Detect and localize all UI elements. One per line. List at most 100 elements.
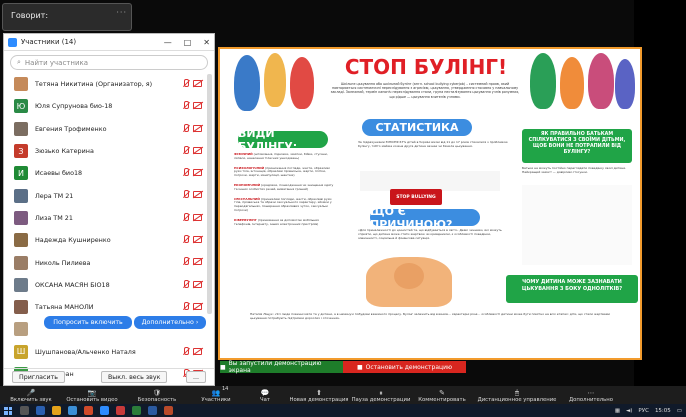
muted-mic-icon[interactable] bbox=[182, 123, 189, 133]
avatar bbox=[14, 188, 28, 203]
toolbar-label: Пауза демонстрации bbox=[351, 397, 411, 403]
minimize-icon[interactable]: — bbox=[164, 38, 172, 47]
language-indicator[interactable]: РУС bbox=[638, 408, 649, 414]
more-options-button[interactable]: Дополнительно › bbox=[134, 316, 206, 329]
video-off-icon[interactable] bbox=[193, 213, 202, 221]
notification-icon[interactable]: ▭ bbox=[677, 408, 682, 414]
muted-mic-icon[interactable] bbox=[182, 235, 189, 244]
speaker-more-icon[interactable]: ··· bbox=[116, 8, 127, 17]
task-view-icon[interactable] bbox=[36, 406, 45, 415]
toolbar-item[interactable]: ✎ Комментировать bbox=[412, 386, 472, 404]
toolbar-item[interactable]: 🎤 Включить звук bbox=[2, 386, 60, 404]
explorer-icon[interactable] bbox=[52, 406, 61, 415]
cause-text: «Для приналежності до цінностей та, що в… bbox=[358, 228, 502, 240]
muted-mic-icon[interactable] bbox=[182, 212, 189, 222]
parents-box: ЯК ПРАВИЛЬНО БАТЬКАМ СПІЛКУВАТИСЯ З СВОЇ… bbox=[522, 129, 632, 163]
excel-icon[interactable] bbox=[132, 406, 141, 415]
video-off-icon[interactable] bbox=[193, 169, 202, 177]
windows-start-icon[interactable] bbox=[4, 406, 12, 415]
avatar: И bbox=[14, 166, 28, 181]
more-dots-button[interactable]: ... bbox=[185, 371, 206, 383]
avatar bbox=[14, 300, 28, 315]
types-ribbon: ВИДИ БУЛІНГУ: bbox=[238, 127, 328, 153]
video-off-icon[interactable] bbox=[193, 146, 202, 154]
participant-row[interactable]: Евгения Трофименко bbox=[4, 118, 208, 140]
toolbar-label: Безопасность bbox=[137, 397, 177, 403]
bullying-type-item: СЕКСУАЛЬНИЙ (принизливі погляди, жести, … bbox=[234, 197, 336, 213]
muted-mic-icon[interactable] bbox=[182, 257, 189, 266]
muted-mic-icon[interactable] bbox=[182, 168, 189, 177]
powerpoint-icon[interactable] bbox=[164, 406, 173, 415]
participant-row[interactable]: Ш Шушпанова/Альченко Наталя bbox=[4, 341, 208, 363]
video-off-icon[interactable] bbox=[193, 191, 202, 199]
video-off-icon[interactable] bbox=[193, 80, 202, 87]
search-taskbar-icon[interactable] bbox=[20, 406, 29, 415]
participant-row[interactable]: Надежда Кушниренко bbox=[4, 229, 208, 251]
video-off-icon[interactable] bbox=[193, 124, 202, 132]
video-off-icon[interactable] bbox=[193, 347, 202, 355]
toolbar-item[interactable]: ⏸ Пауза демонстрации bbox=[350, 386, 412, 404]
video-off-icon[interactable] bbox=[193, 302, 202, 310]
toolbar-item[interactable]: 🖱 Дистанционное управление bbox=[472, 386, 562, 404]
toolbar-label: Дистанционное управление bbox=[477, 397, 557, 403]
video-off-icon[interactable] bbox=[193, 258, 202, 266]
participant-row[interactable]: Лиза ТМ 21 bbox=[4, 207, 208, 229]
toolbar-item[interactable]: 👥 Участники 14 bbox=[190, 386, 242, 404]
bullying-type-item: ЕКОНОМІЧНИЙ (крадіжки, пошкодження чи зн… bbox=[234, 183, 336, 192]
toolbar-item[interactable]: 📷 Остановить видео bbox=[60, 386, 124, 404]
ask-unmute-button[interactable]: Попросить включить bbox=[44, 316, 132, 329]
toolbar-item[interactable]: 💬 Чат bbox=[242, 386, 288, 404]
office-icon[interactable] bbox=[84, 406, 93, 415]
parents-list bbox=[522, 185, 632, 265]
participant-row[interactable]: Лера ТМ 21 bbox=[4, 184, 208, 206]
word-icon[interactable] bbox=[148, 406, 157, 415]
toolbar-icon: 📷 bbox=[87, 389, 97, 397]
zoom-taskbar-icon[interactable] bbox=[100, 406, 109, 415]
participant-row[interactable]: ОКСАНА МАСЯН БІО18 bbox=[4, 274, 208, 296]
panel-title: Участники (14) bbox=[21, 38, 77, 46]
toolbar-icon: ✎ bbox=[439, 389, 445, 397]
muted-mic-icon[interactable] bbox=[182, 346, 189, 356]
video-off-icon[interactable] bbox=[193, 280, 202, 288]
muted-mic-icon[interactable] bbox=[182, 101, 189, 110]
video-off-icon[interactable] bbox=[193, 236, 202, 244]
child-illustration-6 bbox=[588, 53, 614, 109]
avatar: Ю bbox=[14, 99, 28, 114]
muted-mic-icon[interactable] bbox=[182, 190, 189, 199]
muted-mic-icon[interactable] bbox=[182, 79, 189, 88]
toolbar-item[interactable]: 🛡 Безопасность bbox=[124, 386, 190, 404]
pdf-icon[interactable] bbox=[116, 406, 125, 415]
participant-count-badge: 14 bbox=[222, 386, 229, 392]
participant-row[interactable]: Татьяна МАНОЛИ bbox=[4, 296, 208, 318]
toolbar-label: Комментировать bbox=[418, 397, 466, 403]
muted-mic-icon[interactable] bbox=[182, 279, 189, 289]
network-icon[interactable]: ▦ bbox=[615, 408, 620, 414]
invite-button[interactable]: Пригласить bbox=[12, 371, 65, 383]
volume-icon[interactable]: ◄) bbox=[626, 408, 632, 414]
participants-panel: Участники (14) — □ ✕ ⌕ Найти участника Т… bbox=[3, 33, 215, 386]
participant-row[interactable]: Николь Пилиева bbox=[4, 251, 208, 273]
muted-mic-icon[interactable] bbox=[182, 145, 189, 155]
active-speaker-badge: Говорит: ··· bbox=[2, 3, 132, 31]
toolbar-item[interactable]: ⋯ Дополнительно bbox=[562, 386, 620, 404]
child-illustration-4 bbox=[530, 53, 556, 109]
close-icon[interactable]: ✕ bbox=[203, 38, 210, 47]
muted-mic-icon[interactable] bbox=[182, 301, 189, 311]
participant-row[interactable]: З Зюзько Катерина bbox=[4, 140, 208, 162]
poster-bottom-margin bbox=[220, 349, 640, 358]
maximize-icon[interactable]: □ bbox=[184, 38, 192, 47]
toolbar-item[interactable]: ⬆ Новая демонстрация bbox=[288, 386, 350, 404]
toolbar-label: Дополнительно bbox=[569, 397, 613, 403]
participant-row[interactable]: И Исаевы био18 bbox=[4, 162, 208, 184]
avatar bbox=[14, 77, 28, 92]
participant-row[interactable]: Ю Юля Супрунова био-18 bbox=[4, 95, 208, 117]
edge-icon[interactable] bbox=[68, 406, 77, 415]
mute-all-button[interactable]: Выкл. весь звук bbox=[100, 371, 168, 383]
search-input[interactable]: ⌕ Найти участника bbox=[10, 55, 208, 70]
poster-subtitle: Шкільне цькування або шкільний булінг (а… bbox=[330, 82, 520, 99]
participant-row[interactable]: Тетяна Никитина (Организатор, я) bbox=[4, 73, 208, 95]
video-off-icon[interactable] bbox=[193, 102, 202, 110]
clock[interactable]: 15:05 bbox=[655, 408, 671, 414]
stop-share-button[interactable]: ■ Остановить демонстрацию bbox=[343, 361, 466, 373]
avatar bbox=[14, 255, 28, 270]
